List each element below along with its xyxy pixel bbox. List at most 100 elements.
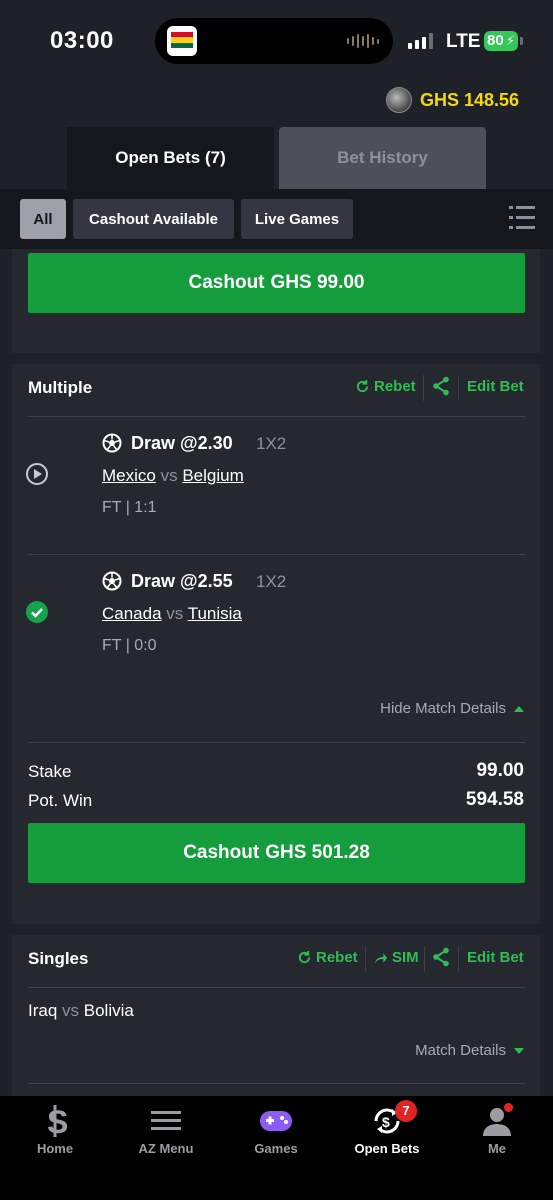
cashout-button-top[interactable]: Cashout GHS 99.00 bbox=[28, 253, 525, 313]
battery-level: 80 bbox=[487, 32, 504, 49]
hide-match-details[interactable]: Hide Match Details bbox=[380, 700, 524, 717]
away-team: Bolivia bbox=[83, 1001, 134, 1020]
divider bbox=[28, 1083, 525, 1084]
cashout-button[interactable]: Cashout GHS 501.28 bbox=[28, 823, 525, 883]
leg-market: 1X2 bbox=[256, 434, 287, 453]
vs-label: vs bbox=[62, 1001, 80, 1020]
nav-label: Games bbox=[254, 1141, 298, 1156]
cashout-amount: GHS 501.28 bbox=[265, 842, 370, 863]
home-s-icon: S bbox=[47, 1104, 68, 1138]
filter-all[interactable]: All bbox=[20, 199, 66, 239]
home-team: Iraq bbox=[28, 1001, 58, 1020]
nav-label: Open Bets bbox=[354, 1141, 420, 1156]
divider bbox=[365, 946, 366, 972]
network-label: LTE bbox=[446, 31, 481, 52]
single-match[interactable]: Iraq vs Bolivia bbox=[28, 1001, 134, 1021]
won-check-icon bbox=[26, 601, 48, 623]
caret-down-icon bbox=[514, 1047, 524, 1054]
balance-amount: GHS 148.56 bbox=[419, 89, 519, 110]
open-bets-badge: 7 bbox=[395, 1100, 417, 1122]
account-balance[interactable]: GHS 148.56 bbox=[385, 87, 519, 113]
vs-label: vs bbox=[160, 466, 178, 485]
status-bar: 03:00 LTE 80 ⚡ bbox=[0, 0, 553, 82]
cashout-amount: GHS 99.00 bbox=[270, 272, 365, 293]
nav-me[interactable]: Me bbox=[442, 1096, 552, 1176]
leg-pick: Draw @2.55 bbox=[131, 571, 233, 591]
menu-icon bbox=[151, 1111, 181, 1130]
tab-bet-history[interactable]: Bet History bbox=[279, 127, 486, 189]
divider bbox=[28, 742, 525, 743]
bet-card-top: Cashout GHS 99.00 bbox=[12, 249, 540, 353]
list-view-icon[interactable] bbox=[509, 206, 535, 230]
battery-icon: 80 ⚡ bbox=[484, 31, 518, 51]
leg-match[interactable]: Canada vs Tunisia bbox=[102, 604, 242, 624]
nav-home[interactable]: S Home bbox=[0, 1096, 110, 1176]
bet-card-singles: Singles Rebet SIM Edit Bet Iraq vs Boliv… bbox=[12, 935, 540, 1100]
hide-details-label: Hide Match Details bbox=[380, 700, 506, 717]
cashout-label: Cashout bbox=[188, 272, 265, 293]
avatar-icon bbox=[385, 87, 412, 113]
nav-open-bets[interactable]: $ 7 Open Bets bbox=[332, 1096, 442, 1176]
leg-pick: Draw @2.30 bbox=[131, 433, 233, 453]
match-details-toggle[interactable]: Match Details bbox=[415, 1042, 524, 1059]
leg-score: FT | 1:1 bbox=[102, 499, 157, 516]
card-title: Multiple bbox=[28, 378, 93, 397]
edit-bet-button[interactable]: Edit Bet bbox=[467, 378, 524, 395]
leg-market: 1X2 bbox=[256, 572, 287, 591]
nav-label: Me bbox=[487, 1141, 507, 1156]
leg-match[interactable]: Mexico vs Belgium bbox=[102, 466, 244, 486]
filter-live-games[interactable]: Live Games bbox=[241, 199, 353, 239]
share-button[interactable] bbox=[432, 947, 450, 967]
pot-win-label: Pot. Win bbox=[28, 791, 93, 810]
bottom-nav: S Home AZ Menu Games $ 7 Open Bets Me bbox=[0, 1096, 553, 1200]
rebet-button[interactable]: Rebet bbox=[297, 949, 358, 966]
vs-label: vs bbox=[166, 604, 184, 623]
filter-bar: All Cashout Available Live Games bbox=[0, 189, 553, 249]
bet-card-multiple: Multiple Rebet Edit Bet Draw @2.30 1X2 M… bbox=[12, 364, 540, 924]
football-icon bbox=[102, 571, 122, 591]
sim-label: SIM bbox=[392, 949, 419, 966]
gamepad-icon bbox=[260, 1111, 292, 1131]
divider bbox=[423, 375, 424, 401]
in-play-icon bbox=[26, 463, 48, 485]
refresh-icon bbox=[356, 379, 369, 393]
divider bbox=[28, 987, 525, 988]
away-team: Belgium bbox=[182, 466, 244, 485]
forward-arrow-icon bbox=[374, 952, 388, 964]
leg-score: FT | 0:0 bbox=[102, 637, 157, 654]
status-time: 03:00 bbox=[50, 27, 114, 54]
football-icon bbox=[102, 433, 122, 453]
tab-open-bets[interactable]: Open Bets (7) bbox=[67, 127, 274, 189]
share-button[interactable] bbox=[432, 376, 450, 396]
rebet-button[interactable]: Rebet bbox=[355, 378, 416, 395]
dynamic-island bbox=[155, 18, 393, 64]
stake-value: 99.00 bbox=[476, 760, 524, 781]
audio-wave-icon bbox=[347, 34, 379, 48]
cashout-label: Cashout bbox=[183, 842, 260, 863]
divider bbox=[424, 946, 425, 972]
nav-az-menu[interactable]: AZ Menu bbox=[111, 1096, 221, 1176]
edit-bet-button[interactable]: Edit Bet bbox=[467, 949, 524, 966]
divider bbox=[28, 554, 525, 555]
share-icon bbox=[433, 376, 449, 396]
sim-button[interactable]: SIM bbox=[373, 949, 419, 966]
filter-cashout-available[interactable]: Cashout Available bbox=[73, 199, 234, 239]
stake-label: Stake bbox=[28, 762, 72, 781]
card-title: Singles bbox=[28, 949, 89, 968]
battery-cap bbox=[520, 37, 523, 45]
home-team: Canada bbox=[102, 604, 162, 623]
refresh-icon bbox=[298, 950, 311, 964]
rebet-label: Rebet bbox=[374, 378, 416, 395]
nav-label: Home bbox=[36, 1141, 74, 1156]
svg-text:S: S bbox=[47, 1104, 68, 1138]
caret-up-icon bbox=[514, 705, 524, 712]
share-icon bbox=[433, 947, 449, 967]
app-flag-icon bbox=[167, 26, 197, 56]
away-team: Tunisia bbox=[187, 604, 242, 623]
pot-win-value: 594.58 bbox=[465, 789, 524, 810]
notification-dot bbox=[504, 1103, 513, 1112]
match-details-label: Match Details bbox=[415, 1042, 506, 1059]
nav-games[interactable]: Games bbox=[221, 1096, 331, 1176]
charging-icon: ⚡ bbox=[505, 33, 515, 48]
rebet-label: Rebet bbox=[316, 949, 358, 966]
